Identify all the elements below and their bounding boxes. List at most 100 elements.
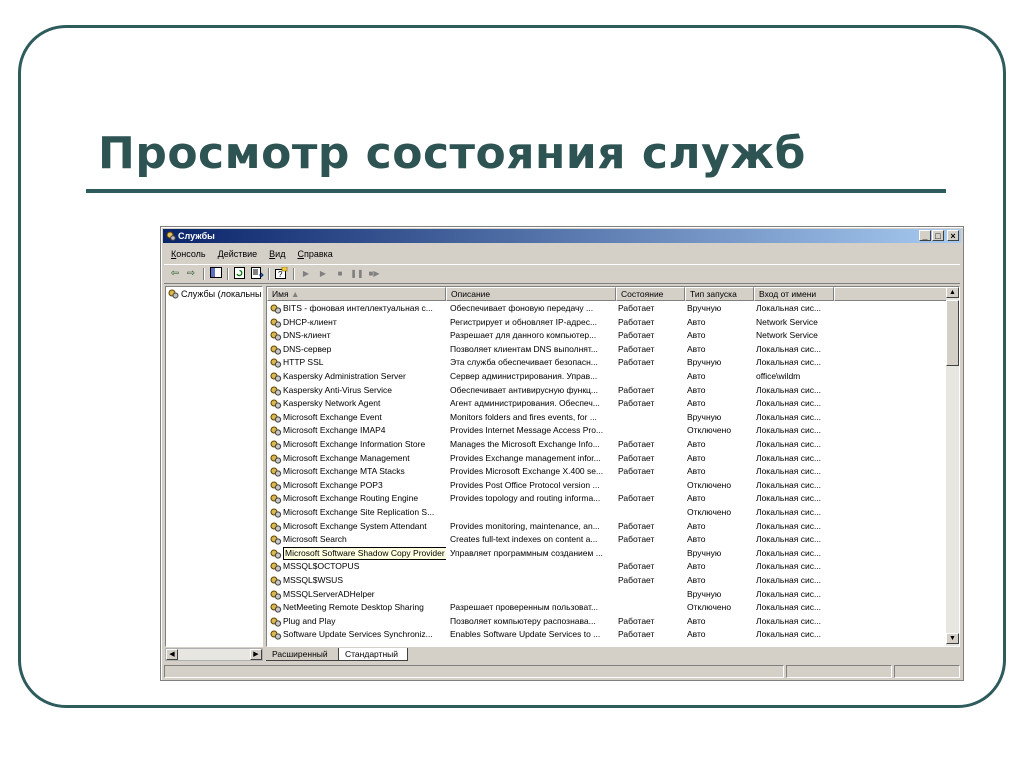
service-logon-as: Локальная сис... bbox=[756, 575, 822, 585]
scroll-right-button[interactable]: ▶ bbox=[250, 649, 262, 660]
table-row[interactable]: Microsoft Exchange Information Store Mana… bbox=[267, 438, 947, 452]
close-button[interactable]: × bbox=[947, 230, 959, 241]
service-name: HTTP SSL bbox=[270, 356, 446, 370]
column-header-name[interactable]: Имя ▲ bbox=[267, 287, 446, 301]
service-gear-icon bbox=[270, 345, 282, 355]
column-header-description[interactable]: Описание bbox=[446, 287, 616, 301]
scroll-thumb[interactable] bbox=[946, 300, 959, 366]
table-row[interactable]: Plug and Play Позволяет компьютеру распоз… bbox=[267, 615, 947, 629]
table-row[interactable]: BITS - фоновая интеллектуальная с... Обес… bbox=[267, 302, 947, 316]
service-logon-as: Локальная сис... bbox=[756, 629, 822, 640]
table-row[interactable]: Microsoft Exchange POP3 Provides Post Off… bbox=[267, 479, 947, 493]
console-tree-icon[interactable] bbox=[209, 267, 223, 280]
restart-icon[interactable]: ■▶ bbox=[367, 267, 381, 280]
service-status: Работает bbox=[618, 384, 655, 395]
play-icon[interactable]: ▶ bbox=[299, 267, 313, 280]
minimize-button[interactable]: _ bbox=[919, 230, 931, 241]
table-row[interactable]: Kaspersky Anti-Virus Service Обеспечивает… bbox=[267, 384, 947, 398]
window-titlebar[interactable]: Службы _ □ × bbox=[163, 229, 961, 243]
service-startup-type: Отключено bbox=[687, 425, 732, 436]
stop-icon[interactable]: ■ bbox=[333, 267, 347, 280]
scroll-down-button[interactable]: ▼ bbox=[946, 633, 959, 644]
service-status: Работает bbox=[618, 520, 655, 531]
table-row[interactable]: Microsoft Exchange Routing Engine Provide… bbox=[267, 492, 947, 506]
service-description: Provides topology and routing informa... bbox=[450, 493, 601, 504]
menu-console[interactable]: Консоль bbox=[165, 247, 212, 261]
table-row[interactable]: NetMeeting Remote Desktop Sharing Разреша… bbox=[267, 601, 947, 615]
service-logon-as: Локальная сис... bbox=[756, 439, 822, 449]
service-description: Сервер администрирования. Управ... bbox=[450, 371, 598, 381]
service-name: DHCP-клиент bbox=[270, 316, 446, 330]
service-description: Provides Internet Message Access Pro... bbox=[450, 425, 604, 436]
table-row[interactable]: Microsoft Exchange System Attendant Provi… bbox=[267, 520, 947, 534]
forward-arrow-icon[interactable]: ⇨ bbox=[184, 267, 198, 280]
table-row[interactable]: Microsoft Exchange IMAP4 Provides Interne… bbox=[267, 424, 947, 438]
table-row[interactable]: Microsoft Exchange Site Replication S...… bbox=[267, 506, 947, 520]
column-header-startup-type[interactable]: Тип запуска bbox=[685, 287, 754, 301]
service-name: Microsoft Exchange Management bbox=[270, 452, 446, 466]
menu-action[interactable]: Действие bbox=[212, 247, 264, 261]
service-startup-type: Авто bbox=[687, 561, 706, 572]
play-alt-icon[interactable]: ▶ bbox=[316, 267, 330, 280]
service-gear-icon bbox=[270, 331, 282, 341]
service-description: Creates full-text indexes on content a..… bbox=[450, 534, 598, 545]
service-name-text: MSSQLServerADHelper bbox=[283, 588, 375, 599]
service-name-text: HTTP SSL bbox=[283, 357, 324, 368]
service-gear-icon bbox=[270, 535, 282, 545]
table-row[interactable]: Microsoft Exchange Event Monitors folders… bbox=[267, 411, 947, 425]
service-name: DNS-сервер bbox=[270, 343, 446, 357]
table-row[interactable]: MSSQL$OCTOPUS Работает Авто Локальная сис..… bbox=[267, 560, 947, 574]
scroll-left-button[interactable]: ◀ bbox=[166, 649, 178, 660]
tree-horizontal-scrollbar[interactable]: ◀ ▶ bbox=[165, 648, 263, 661]
service-name-text: DNS-клиент bbox=[283, 330, 331, 341]
back-arrow-icon[interactable]: ⇦ bbox=[168, 267, 182, 280]
table-row[interactable]: Microsoft Software Shadow Copy Provider У… bbox=[267, 546, 947, 561]
service-name: Software Update Services Synchroniz... bbox=[270, 628, 446, 642]
column-header-status[interactable]: Состояние bbox=[616, 287, 685, 301]
sort-ascending-icon: ▲ bbox=[290, 289, 300, 299]
table-row[interactable]: Microsoft Search Creates full-text indexe… bbox=[267, 533, 947, 547]
pause-icon[interactable]: ❚❚ bbox=[350, 267, 364, 280]
service-name-text: NetMeeting Remote Desktop Sharing bbox=[283, 602, 424, 613]
table-row[interactable]: MSSQLServerADHelper Вручную Локальная сис.… bbox=[267, 588, 947, 602]
service-status: Работает bbox=[618, 561, 655, 572]
service-name: Kaspersky Network Agent bbox=[270, 397, 446, 411]
table-row[interactable]: Software Update Services Synchroniz... En… bbox=[267, 628, 947, 642]
table-row[interactable]: MSSQL$WSUS Работает Авто Локальная сис... bbox=[267, 574, 947, 588]
service-startup-type: Авто bbox=[687, 615, 706, 626]
service-status: Работает bbox=[618, 316, 655, 327]
title-rule bbox=[86, 189, 946, 193]
service-name-text: Kaspersky Anti-Virus Service bbox=[283, 384, 392, 395]
service-startup-type: Авто bbox=[687, 466, 706, 477]
toolbar: ⇦ ⇨ ? ▶ ▶ ■ ❚❚ ■▶ bbox=[164, 264, 960, 284]
column-header-empty bbox=[834, 287, 947, 301]
table-row[interactable]: DNS-сервер Позволяет клиентам DNS выполня… bbox=[267, 343, 947, 357]
tab-standard[interactable]: Стандартный bbox=[338, 648, 408, 661]
table-row[interactable]: Microsoft Exchange Management Provides Ex… bbox=[267, 452, 947, 466]
column-header-logon-as[interactable]: Вход от имени bbox=[754, 287, 834, 301]
table-row[interactable]: HTTP SSL Эта служба обеспечивает безопасн… bbox=[267, 356, 947, 370]
table-row[interactable]: Kaspersky Administration Server Сервер ад… bbox=[267, 370, 947, 384]
menu-help[interactable]: Справка bbox=[291, 247, 338, 261]
maximize-button[interactable]: □ bbox=[932, 230, 944, 241]
service-startup-type: Вручную bbox=[687, 547, 722, 558]
menubar: Консоль Действие Вид Справка bbox=[165, 247, 339, 261]
scroll-up-button[interactable]: ▲ bbox=[946, 287, 959, 298]
table-row[interactable]: Microsoft Exchange MTA Stacks Provides Mi… bbox=[267, 465, 947, 479]
tab-extended[interactable]: Расширенный bbox=[266, 648, 338, 661]
list-vertical-scrollbar[interactable]: ▲ ▼ bbox=[946, 287, 959, 646]
menu-view[interactable]: Вид bbox=[263, 247, 291, 261]
refresh-icon[interactable] bbox=[232, 267, 246, 280]
service-status: Работает bbox=[618, 330, 655, 341]
help-icon[interactable]: ? bbox=[274, 266, 288, 280]
service-gear-icon bbox=[270, 617, 282, 627]
service-gear-icon bbox=[270, 481, 282, 491]
service-gear-icon bbox=[270, 413, 282, 423]
status-panel-3 bbox=[894, 665, 960, 678]
service-gear-icon bbox=[270, 358, 282, 368]
table-row[interactable]: DNS-клиент Разрешает для данного компьюте… bbox=[267, 329, 947, 343]
table-row[interactable]: DHCP-клиент Регистрирует и обновляет IP-а… bbox=[267, 316, 947, 330]
tree-item-services-local[interactable]: Службы (локальны bbox=[168, 289, 261, 300]
table-row[interactable]: Kaspersky Network Agent Агент администрир… bbox=[267, 397, 947, 411]
export-list-icon[interactable] bbox=[250, 267, 264, 280]
